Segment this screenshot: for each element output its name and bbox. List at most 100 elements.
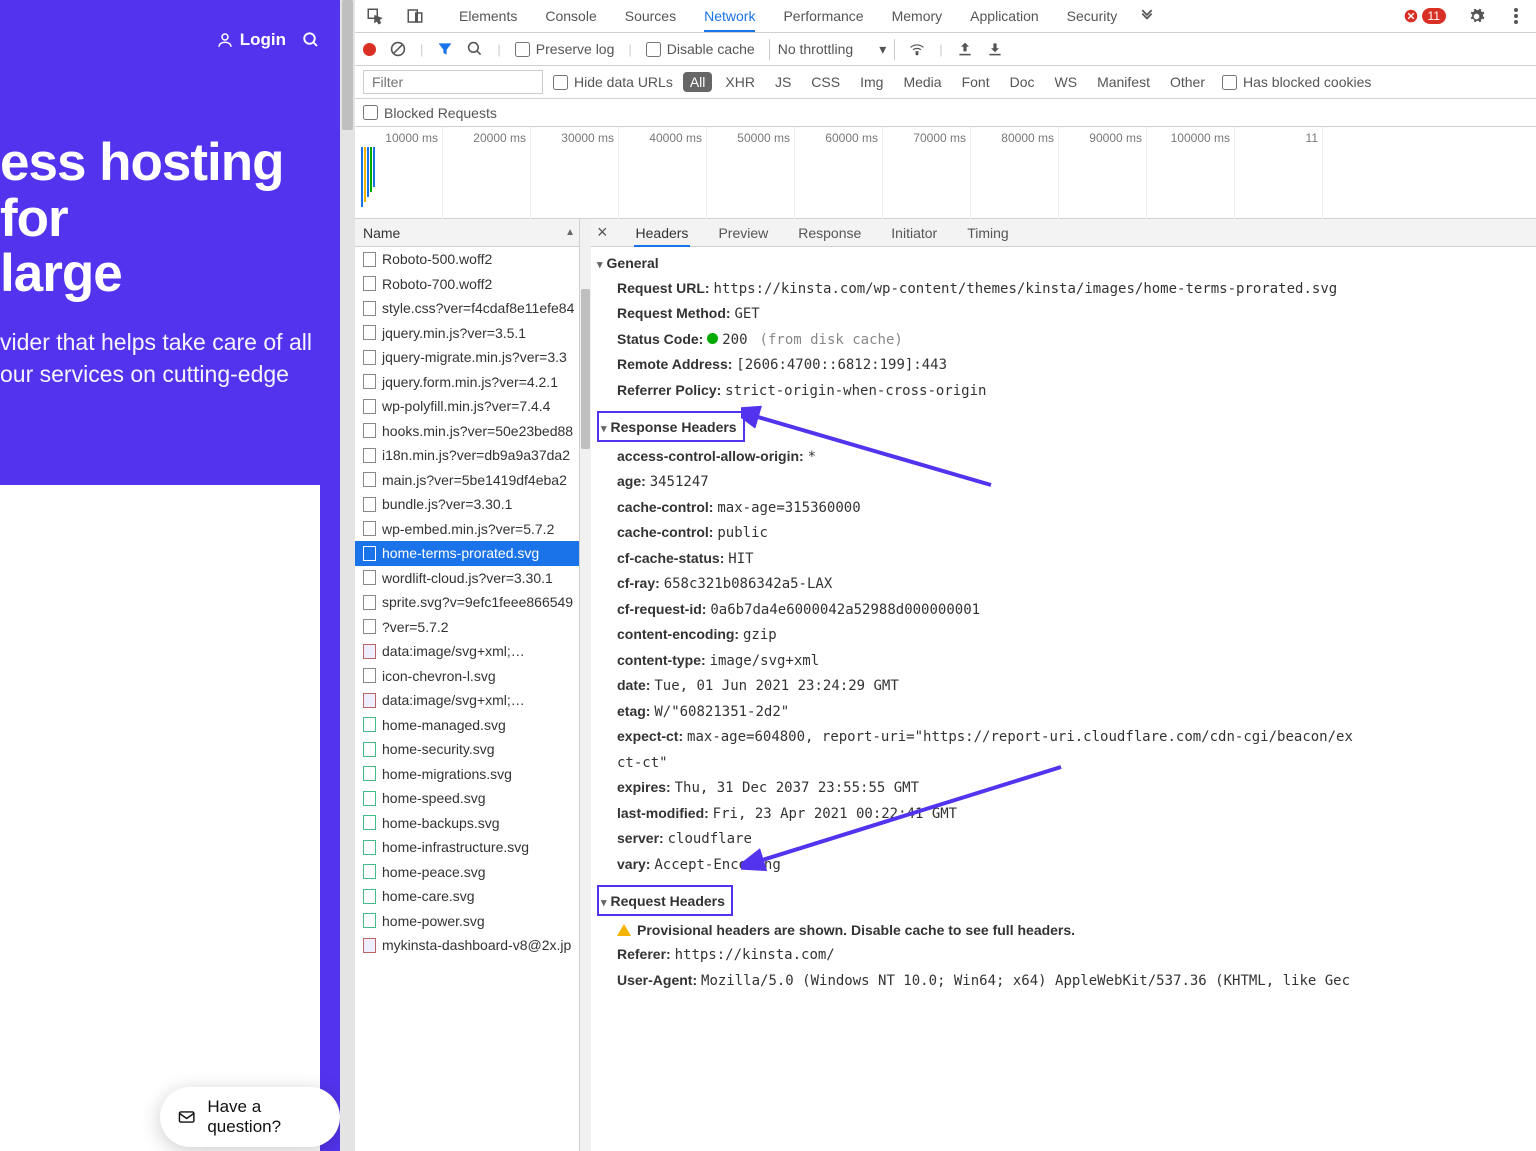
type-chip-manifest[interactable]: Manifest <box>1090 72 1157 92</box>
request-row[interactable]: home-power.svg <box>355 909 579 934</box>
clear-icon[interactable] <box>390 41 406 57</box>
type-chip-font[interactable]: Font <box>955 72 997 92</box>
type-chip-xhr[interactable]: XHR <box>718 72 762 92</box>
more-tabs-icon[interactable] <box>1137 6 1157 26</box>
request-list-header[interactable]: Name ▲ <box>355 219 579 247</box>
device-icon[interactable] <box>405 6 425 26</box>
request-row[interactable]: wordlift-cloud.js?ver=3.30.1 <box>355 566 579 591</box>
preserve-log-checkbox[interactable]: Preserve log <box>515 41 615 57</box>
header-kv: cache-control: public <box>597 520 1536 546</box>
request-row[interactable]: home-backups.svg <box>355 811 579 836</box>
request-row[interactable]: sprite.svg?v=9efc1feee866549 <box>355 590 579 615</box>
tab-memory[interactable]: Memory <box>892 0 943 32</box>
tab-security[interactable]: Security <box>1067 0 1118 32</box>
tab-application[interactable]: Application <box>970 0 1039 32</box>
request-row[interactable]: home-migrations.svg <box>355 762 579 787</box>
blocked-requests-checkbox[interactable]: Blocked Requests <box>363 105 497 121</box>
wifi-icon[interactable] <box>909 41 925 57</box>
throttling-select[interactable]: No throttling ▾ <box>769 39 896 60</box>
filter-icon[interactable] <box>437 41 453 57</box>
type-chip-media[interactable]: Media <box>896 72 948 92</box>
request-row[interactable]: home-security.svg <box>355 737 579 762</box>
details-tab-preview[interactable]: Preview <box>716 219 770 247</box>
error-badge[interactable]: 11 <box>1404 8 1446 24</box>
upload-icon[interactable] <box>957 41 973 57</box>
tab-elements[interactable]: Elements <box>459 0 517 32</box>
scroll-up-icon[interactable]: ▲ <box>565 227 575 238</box>
search-network-icon[interactable] <box>467 41 483 57</box>
chat-widget[interactable]: Have a question? <box>160 1087 340 1147</box>
gear-icon[interactable] <box>1466 6 1486 26</box>
type-chip-all[interactable]: All <box>683 72 713 92</box>
details-tab-headers[interactable]: Headers <box>634 219 691 247</box>
user-icon <box>216 31 234 49</box>
request-row[interactable]: home-care.svg <box>355 884 579 909</box>
details-tab-response[interactable]: Response <box>796 219 863 247</box>
annotation-arrow-request <box>741 762 1071 872</box>
header-kv: cache-control: max-age=315360000 <box>597 495 1536 521</box>
kebab-icon[interactable] <box>1506 6 1526 26</box>
request-row[interactable]: mykinsta-dashboard-v8@2x.jp <box>355 933 579 958</box>
tab-console[interactable]: Console <box>545 0 596 32</box>
has-blocked-checkbox[interactable]: Has blocked cookies <box>1222 74 1371 90</box>
request-row[interactable]: style.css?ver=f4cdaf8e11efe84 <box>355 296 579 321</box>
timeline-overview[interactable]: 10000 ms20000 ms30000 ms40000 ms50000 ms… <box>355 127 1536 219</box>
timeline-tick: 60000 ms <box>795 127 883 219</box>
type-chip-js[interactable]: JS <box>768 72 798 92</box>
type-chip-doc[interactable]: Doc <box>1003 72 1042 92</box>
type-chip-css[interactable]: CSS <box>804 72 847 92</box>
waterfall-marks <box>361 147 375 214</box>
request-name: Roboto-500.woff2 <box>382 251 492 267</box>
details-tab-timing[interactable]: Timing <box>965 219 1011 247</box>
type-chip-img[interactable]: Img <box>853 72 890 92</box>
request-row[interactable]: jquery-migrate.min.js?ver=3.3 <box>355 345 579 370</box>
details-tab-initiator[interactable]: Initiator <box>889 219 939 247</box>
login-link[interactable]: Login <box>216 30 286 50</box>
request-row[interactable]: data:image/svg+xml;… <box>355 639 579 664</box>
inspect-icon[interactable] <box>365 6 385 26</box>
header-kv: age: 3451247 <box>597 469 1536 495</box>
file-icon <box>363 644 376 659</box>
request-row[interactable]: hooks.min.js?ver=50e23bed88 <box>355 419 579 444</box>
close-icon[interactable]: × <box>597 222 608 243</box>
request-row[interactable]: home-terms-prorated.svg <box>355 541 579 566</box>
request-row[interactable]: jquery.min.js?ver=3.5.1 <box>355 321 579 346</box>
request-row[interactable]: wp-polyfill.min.js?ver=7.4.4 <box>355 394 579 419</box>
request-row[interactable]: wp-embed.min.js?ver=5.7.2 <box>355 517 579 542</box>
error-count: 11 <box>1422 8 1446 24</box>
file-icon <box>363 350 376 365</box>
section-general[interactable]: General <box>597 251 1536 276</box>
record-icon[interactable] <box>363 43 376 56</box>
request-row[interactable]: ?ver=5.7.2 <box>355 615 579 640</box>
request-row[interactable]: bundle.js?ver=3.30.1 <box>355 492 579 517</box>
devtools-panel: Elements Console Sources Network Performance… <box>355 0 1536 1151</box>
section-response-headers[interactable]: Response Headers <box>597 411 745 442</box>
section-request-headers[interactable]: Request Headers <box>597 885 733 916</box>
download-icon[interactable] <box>987 41 1003 57</box>
tab-performance[interactable]: Performance <box>783 0 863 32</box>
page-scrollbar[interactable] <box>340 0 355 1151</box>
request-row[interactable]: home-infrastructure.svg <box>355 835 579 860</box>
tab-sources[interactable]: Sources <box>625 0 676 32</box>
timeline-tick: 80000 ms <box>971 127 1059 219</box>
filter-input[interactable] <box>363 70 543 94</box>
request-row[interactable]: main.js?ver=5be1419df4eba2 <box>355 468 579 493</box>
request-row[interactable]: home-peace.svg <box>355 860 579 885</box>
type-chip-other[interactable]: Other <box>1163 72 1212 92</box>
details-tabs: × Headers Preview Response Initiator Timing <box>591 219 1536 247</box>
request-row[interactable]: home-speed.svg <box>355 786 579 811</box>
tab-network[interactable]: Network <box>704 0 755 32</box>
hide-data-urls-checkbox[interactable]: Hide data URLs <box>553 74 673 90</box>
request-row[interactable]: Roboto-700.woff2 <box>355 272 579 297</box>
request-row[interactable]: i18n.min.js?ver=db9a9a37da2 <box>355 443 579 468</box>
request-row[interactable]: Roboto-500.woff2 <box>355 247 579 272</box>
request-name: hooks.min.js?ver=50e23bed88 <box>382 423 573 439</box>
type-chip-ws[interactable]: WS <box>1048 72 1085 92</box>
request-list-scrollbar[interactable] <box>580 219 591 1151</box>
request-row[interactable]: icon-chevron-l.svg <box>355 664 579 689</box>
request-row[interactable]: data:image/svg+xml;… <box>355 688 579 713</box>
search-icon[interactable] <box>302 31 320 49</box>
request-row[interactable]: jquery.form.min.js?ver=4.2.1 <box>355 370 579 395</box>
disable-cache-checkbox[interactable]: Disable cache <box>646 41 755 57</box>
request-row[interactable]: home-managed.svg <box>355 713 579 738</box>
